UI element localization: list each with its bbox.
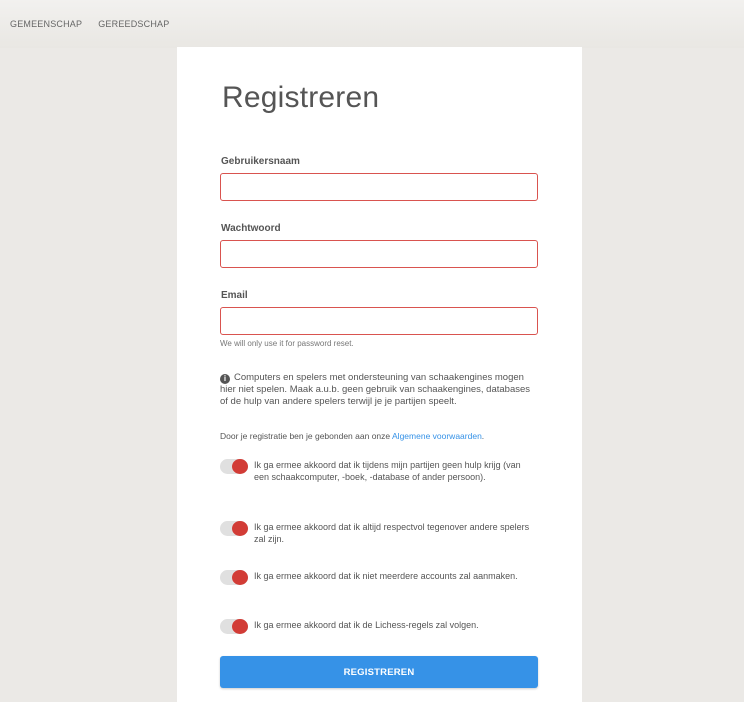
- toggle-knob: [232, 570, 248, 585]
- agreement-assistance-label: Ik ga ermee akkoord dat ik tijdens mijn …: [254, 460, 521, 482]
- email-hint: We will only use it for password reset.: [220, 339, 354, 348]
- agreement-assistance: Ik ga ermee akkoord dat ik tijdens mijn …: [220, 459, 534, 483]
- agreement-policy-label: Ik ga ermee akkoord dat ik de Lichess-re…: [254, 620, 479, 630]
- engine-warning: i Computers en spelers met ondersteuning …: [220, 372, 538, 408]
- toggle-knob: [232, 521, 248, 536]
- top-bar: GEMEENSCHAP GEREEDSCHAP: [0, 0, 744, 48]
- agreement-policy: Ik ga ermee akkoord dat ik de Lichess-re…: [220, 619, 534, 634]
- info-icon: i: [220, 374, 230, 384]
- terms-link[interactable]: Algemene voorwaarden: [392, 431, 482, 441]
- register-button[interactable]: REGISTREREN: [220, 656, 538, 688]
- agreement-respect-label: Ik ga ermee akkoord dat ik altijd respec…: [254, 522, 530, 544]
- agreement-multiple-accounts-toggle[interactable]: [220, 570, 248, 585]
- terms-suffix: .: [481, 431, 485, 441]
- agreement-respect-toggle[interactable]: [220, 521, 248, 536]
- nav-item-tools[interactable]: GEREEDSCHAP: [98, 19, 169, 29]
- toggle-knob: [232, 619, 248, 634]
- engine-warning-text: Computers en spelers met ondersteuning v…: [220, 372, 531, 407]
- nav-item-community[interactable]: GEMEENSCHAP: [10, 19, 82, 29]
- terms-prefix: Door je registratie ben je gebonden aan …: [220, 431, 393, 441]
- signup-card: Registreren Gebruikersnaam Wachtwoord Em…: [177, 47, 582, 702]
- main-nav: GEMEENSCHAP GEREEDSCHAP: [10, 19, 169, 29]
- email-input[interactable]: [220, 307, 538, 335]
- toggle-knob: [232, 459, 248, 474]
- agreement-assistance-toggle[interactable]: [220, 459, 248, 474]
- email-label: Email: [221, 290, 248, 301]
- agreement-policy-toggle[interactable]: [220, 619, 248, 634]
- username-input[interactable]: [220, 173, 538, 201]
- page-title: Registreren: [222, 81, 380, 114]
- agreement-respect: Ik ga ermee akkoord dat ik altijd respec…: [220, 521, 534, 545]
- agreement-multiple-accounts-label: Ik ga ermee akkoord dat ik niet meerdere…: [254, 571, 518, 581]
- password-input[interactable]: [220, 240, 538, 268]
- username-label: Gebruikersnaam: [221, 156, 300, 167]
- terms-notice: Door je registratie ben je gebonden aan …: [220, 431, 484, 441]
- password-label: Wachtwoord: [221, 223, 281, 234]
- agreement-multiple-accounts: Ik ga ermee akkoord dat ik niet meerdere…: [220, 570, 534, 585]
